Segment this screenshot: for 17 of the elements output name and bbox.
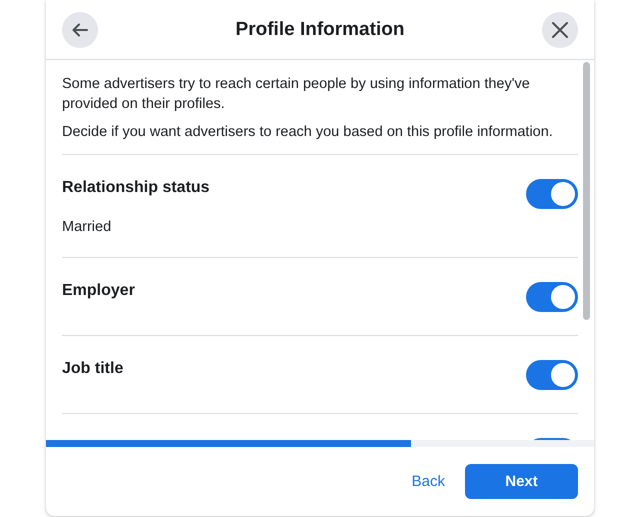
intro-text: Decide if you want advertisers to reach you based on this profile information. xyxy=(62,123,554,142)
scrollbar[interactable] xyxy=(583,62,590,320)
setting-label: Job title xyxy=(62,359,124,379)
setting-value: Married xyxy=(62,218,112,237)
toggle-switch[interactable] xyxy=(526,360,578,390)
close-icon xyxy=(551,20,569,38)
setting-label: Employer xyxy=(62,281,135,301)
close-button[interactable] xyxy=(542,12,578,48)
dialog-title: Profile Information xyxy=(236,18,404,40)
setting-label: Relationship status xyxy=(62,178,210,198)
back-arrow-button[interactable] xyxy=(62,12,98,48)
toggle-switch[interactable] xyxy=(526,282,578,312)
next-button[interactable]: Next xyxy=(465,464,578,499)
back-arrow-icon xyxy=(71,20,89,38)
toggle-switch[interactable] xyxy=(526,179,578,209)
back-button[interactable]: Back xyxy=(412,464,445,499)
intro-text: Some advertisers try to reach certain people by using information they've provided on their profiles. xyxy=(62,75,531,114)
